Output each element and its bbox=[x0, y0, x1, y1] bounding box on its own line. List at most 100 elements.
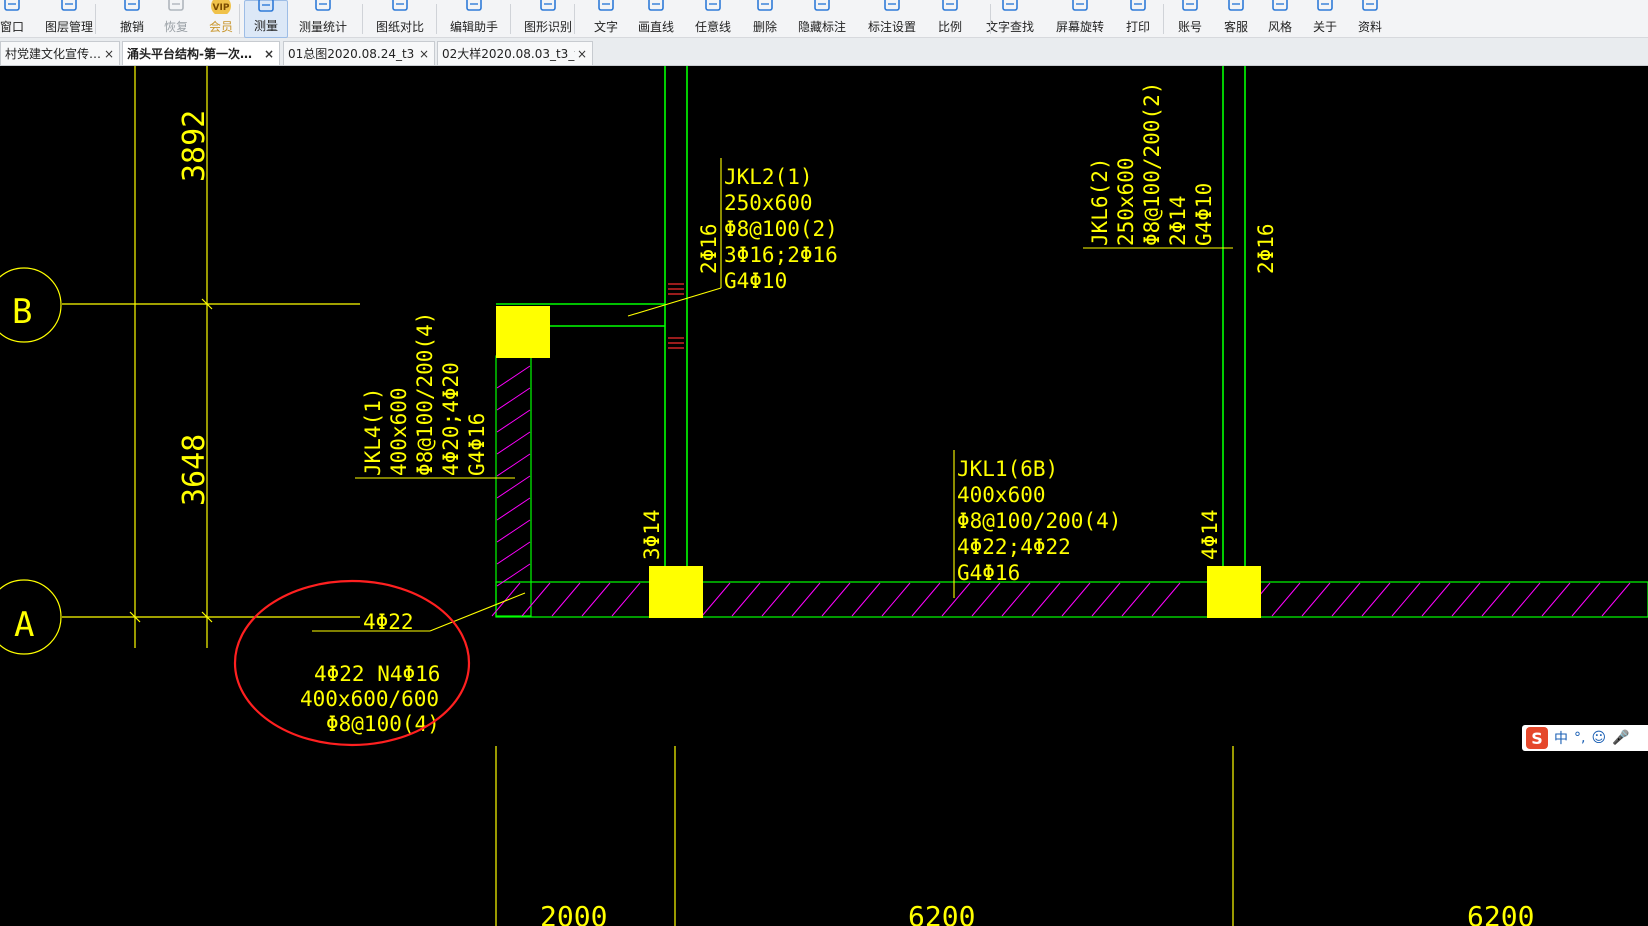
dim-6200-a: 6200 bbox=[908, 900, 975, 926]
redo-icon bbox=[168, 0, 184, 11]
toolbar-undo-button[interactable]: 撤销 bbox=[115, 0, 149, 38]
about-icon bbox=[1317, 0, 1333, 11]
document-tab-1[interactable]: 村党建文化宣传… × bbox=[0, 41, 120, 65]
toolbar-redo-button[interactable]: 恢复 bbox=[159, 0, 193, 38]
hatch-line bbox=[1511, 582, 1541, 617]
toolbar-annotation-settings-button[interactable]: 标注设置 bbox=[862, 0, 922, 38]
hatch-line bbox=[731, 582, 761, 617]
hatch-line bbox=[1031, 582, 1061, 617]
undo-icon bbox=[124, 0, 140, 11]
tab-title: 涌头平台结构-第一次… bbox=[127, 47, 252, 61]
hatch-line bbox=[496, 563, 531, 587]
tab-close-icon[interactable]: × bbox=[417, 47, 431, 61]
toolbar-label: 资料 bbox=[1357, 20, 1382, 34]
toolbar-measure-stats-button[interactable]: 测量统计 bbox=[293, 0, 353, 38]
toolbar-label: 图形识别 bbox=[523, 20, 572, 34]
tab-title: 村党建文化宣传… bbox=[5, 47, 102, 61]
toolbar-edit-assistant-button[interactable]: 编辑助手 bbox=[444, 0, 504, 38]
edit-assistant-icon bbox=[466, 0, 482, 11]
dim-3892: 3892 bbox=[177, 110, 212, 182]
jkl2-line-3: Φ8@100(2) bbox=[724, 217, 838, 241]
document-tabs: 村党建文化宣传… × 涌头平台结构-第一次… × 01总图2020.08.24_t3 × 0… bbox=[0, 38, 1648, 66]
compare-icon bbox=[392, 0, 408, 11]
document-tab-4[interactable]: 02大样2020.08.03_t3_t3 × bbox=[437, 41, 593, 65]
columns bbox=[496, 306, 1261, 618]
jkl1-line-1: JKL1(6B) bbox=[957, 457, 1058, 481]
green-beams bbox=[496, 66, 1246, 582]
scale-icon bbox=[942, 0, 958, 11]
ime-punct-toggle[interactable]: °, bbox=[1574, 730, 1585, 746]
ime-lang-toggle[interactable]: 中 bbox=[1554, 728, 1568, 748]
toolbar-label: 窗口 bbox=[0, 20, 24, 34]
beam-annotations: JKL2(1) 250x600 Φ8@100(2) 3Φ16;2Φ16 G4Φ1… bbox=[300, 82, 1278, 736]
circled-line-1: 4Φ22 bbox=[363, 610, 414, 634]
measure-icon bbox=[258, 0, 274, 12]
toolbar-print-button[interactable]: 打印 bbox=[1121, 0, 1155, 38]
toolbar-eraser-button[interactable]: 删除 bbox=[748, 0, 782, 38]
col-rebar-4phi14: 4Φ14 bbox=[1198, 509, 1222, 560]
toolbar-scale-button[interactable]: 比例 bbox=[933, 0, 967, 38]
tab-close-icon[interactable]: × bbox=[575, 47, 589, 61]
annotation-settings-icon bbox=[884, 0, 900, 11]
tab-close-icon[interactable]: × bbox=[262, 47, 276, 61]
cad-drawing-canvas[interactable]: 3892 3648 2000 6200 6200 B A JKL2(1) 250… bbox=[0, 66, 1648, 926]
hatch-line bbox=[496, 541, 531, 565]
toolbar-layers-button[interactable]: 图层管理 bbox=[39, 0, 99, 38]
jkl6-line-4: 2Φ14 bbox=[1166, 195, 1190, 246]
text-search-icon bbox=[1002, 0, 1018, 11]
ime-emoji-button[interactable]: ☺ bbox=[1591, 730, 1606, 746]
jkl6-line-2: 250x600 bbox=[1114, 157, 1138, 246]
rotate-screen-icon bbox=[1072, 0, 1088, 11]
toolbar-label: 图层管理 bbox=[44, 20, 93, 34]
toolbar-freehand-button[interactable]: 任意线 bbox=[690, 0, 737, 38]
toolbar-label: 任意线 bbox=[694, 20, 731, 34]
resources-icon bbox=[1362, 0, 1378, 11]
toolbar-separator bbox=[1163, 4, 1164, 34]
toolbar-about-button[interactable]: 关于 bbox=[1308, 0, 1342, 38]
toolbar-resources-button[interactable]: 资料 bbox=[1353, 0, 1387, 38]
toolbar-measure-button[interactable]: 测量 bbox=[244, 0, 288, 38]
toolbar-label: 账号 bbox=[1177, 20, 1202, 34]
toolbar-text-button[interactable]: 文字 bbox=[589, 0, 623, 38]
text-icon bbox=[598, 0, 614, 11]
jkl1-line-2: 400x600 bbox=[957, 483, 1046, 507]
toolbar-compare-button[interactable]: 图纸对比 bbox=[370, 0, 430, 38]
support-icon bbox=[1228, 0, 1244, 11]
toolbar-separator bbox=[362, 4, 363, 34]
toolbar-separator bbox=[510, 4, 511, 34]
toolbar-line-button[interactable]: 画直线 bbox=[633, 0, 680, 38]
toolbar-text-search-button[interactable]: 文字查找 bbox=[980, 0, 1040, 38]
toolbar-label: 客服 bbox=[1223, 20, 1248, 34]
hatch-line bbox=[1121, 582, 1151, 617]
toolbar-window-button[interactable]: 窗口 bbox=[0, 0, 29, 38]
toolbar-label: 隐藏标注 bbox=[797, 20, 846, 34]
toolbar-account-button[interactable]: 账号 bbox=[1173, 0, 1207, 38]
toolbar-rotate-screen-button[interactable]: 屏幕旋转 bbox=[1050, 0, 1110, 38]
hatch-line bbox=[1601, 582, 1631, 617]
hatch-line bbox=[581, 582, 611, 617]
ime-mic-button[interactable]: 🎤 bbox=[1612, 730, 1629, 746]
toolbar-support-button[interactable]: 客服 bbox=[1219, 0, 1253, 38]
toolbar-vip-button[interactable]: VIP 会员 bbox=[204, 0, 238, 38]
account-icon bbox=[1182, 0, 1198, 11]
toolbar-hide-annotation-button[interactable]: 隐藏标注 bbox=[792, 0, 852, 38]
jkl4-line-4: 4Φ20;4Φ20 bbox=[439, 362, 463, 476]
print-icon bbox=[1130, 0, 1146, 11]
toolbar-label: 图纸对比 bbox=[375, 20, 424, 34]
window-icon bbox=[4, 0, 20, 11]
hatch-line bbox=[496, 497, 531, 521]
toolbar-label: 屏幕旋转 bbox=[1055, 20, 1104, 34]
hatch-line bbox=[551, 582, 581, 617]
vip-icon: VIP bbox=[211, 0, 231, 14]
ime-toolbar[interactable]: S 中 °, ☺ 🎤 bbox=[1522, 725, 1648, 751]
toolbar-style-button[interactable]: 风格 bbox=[1263, 0, 1297, 38]
document-tab-3[interactable]: 01总图2020.08.24_t3 × bbox=[283, 41, 435, 65]
tab-close-icon[interactable]: × bbox=[102, 47, 116, 61]
hatch-line bbox=[496, 453, 531, 477]
toolbar-label: 文字 bbox=[593, 20, 618, 34]
jkl2-line-2: 250x600 bbox=[724, 191, 813, 215]
document-tab-2[interactable]: 涌头平台结构-第一次… × bbox=[122, 41, 280, 65]
toolbar-label: 标注设置 bbox=[867, 20, 916, 34]
jkl1-line-5: G4Φ16 bbox=[957, 561, 1020, 585]
toolbar-shape-recognition-button[interactable]: 图形识别 bbox=[518, 0, 578, 38]
